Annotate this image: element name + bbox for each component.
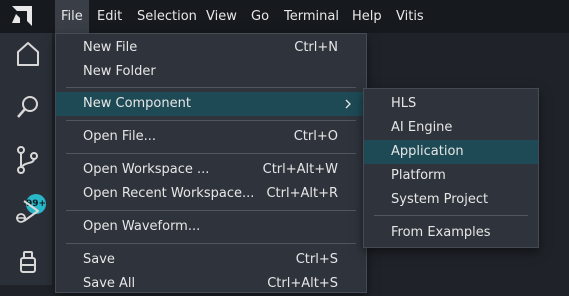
menu-item-new-folder[interactable]: New Folder [56, 60, 366, 84]
submenu-item-platform[interactable]: Platform [364, 164, 538, 188]
submenu-item-from-examples[interactable]: From Examples [364, 221, 538, 245]
menu-separator [66, 120, 356, 121]
activity-bar: 99+ [0, 33, 52, 285]
menu-item-label: From Examples [391, 225, 491, 240]
menu-item-label: System Project [391, 192, 489, 207]
menu-item-label: HLS [391, 96, 417, 111]
run-debug-icon[interactable] [12, 196, 44, 228]
menu-item-label: New File [83, 40, 138, 55]
menu-item-shortcut: Ctrl+O [293, 129, 338, 144]
menu-item-open-file[interactable]: Open File... Ctrl+O [56, 125, 366, 149]
search-icon[interactable] [12, 91, 44, 123]
home-icon[interactable] [12, 38, 44, 70]
menu-help[interactable]: Help [346, 0, 388, 33]
menu-item-save[interactable]: Save Ctrl+S [56, 248, 366, 272]
menu-item-shortcut: Ctrl+Alt+S [267, 276, 338, 291]
menu-separator [66, 153, 356, 154]
menu-item-open-workspace[interactable]: Open Workspace ... Ctrl+Alt+W [56, 158, 366, 182]
menu-item-label: AI Engine [391, 120, 453, 135]
menu-separator [374, 215, 528, 216]
menubar: File Edit Selection View Go Terminal Hel… [0, 0, 569, 33]
file-menu: New File Ctrl+N New Folder New Component… [55, 33, 367, 293]
menu-item-label: Open Waveform... [83, 219, 201, 234]
menu-vitis[interactable]: Vitis [390, 0, 430, 33]
amd-logo-icon[interactable] [10, 5, 34, 27]
menu-separator [66, 87, 356, 88]
menu-item-shortcut: Ctrl+N [294, 40, 338, 55]
menu-item-new-file[interactable]: New File Ctrl+N [56, 36, 366, 60]
menu-item-shortcut: Ctrl+Alt+R [266, 186, 338, 201]
menu-item-open-recent-workspace[interactable]: Open Recent Workspace... Ctrl+Alt+R [56, 182, 366, 206]
menu-separator [66, 210, 356, 211]
menu-item-label: Open File... [83, 129, 157, 144]
submenu-item-ai-engine[interactable]: AI Engine [364, 116, 538, 140]
new-component-submenu: HLS AI Engine Application Platform Syste… [363, 88, 539, 248]
menu-item-save-all[interactable]: Save All Ctrl+Alt+S [56, 272, 366, 296]
menu-item-label: Open Recent Workspace... [83, 186, 255, 201]
menu-item-label: Platform [391, 168, 446, 183]
menu-item-new-component[interactable]: New Component [56, 92, 366, 116]
menu-item-open-waveform[interactable]: Open Waveform... [56, 215, 366, 239]
menu-edit[interactable]: Edit [91, 0, 128, 33]
menu-item-label: New Folder [83, 64, 156, 79]
menu-item-label: Save [83, 252, 115, 267]
submenu-item-application[interactable]: Application [364, 140, 538, 164]
submenu-item-hls[interactable]: HLS [364, 92, 538, 116]
menu-file[interactable]: File [55, 0, 89, 33]
source-control-icon[interactable] [12, 144, 44, 176]
menu-item-label: Application [391, 144, 464, 159]
menu-go[interactable]: Go [245, 0, 275, 33]
menu-view[interactable]: View [200, 0, 243, 33]
menu-item-shortcut: Ctrl+S [295, 252, 338, 267]
menu-selection[interactable]: Selection [131, 0, 203, 33]
submenu-item-system-project[interactable]: System Project [364, 188, 538, 212]
menu-separator [66, 243, 356, 244]
menu-item-label: Open Workspace ... [83, 162, 210, 177]
menu-item-label: New Component [83, 96, 191, 111]
menu-item-label: Save All [83, 276, 136, 291]
menu-item-shortcut: Ctrl+Alt+W [262, 162, 338, 177]
menu-terminal[interactable]: Terminal [278, 0, 345, 33]
extensions-icon[interactable] [12, 248, 44, 280]
